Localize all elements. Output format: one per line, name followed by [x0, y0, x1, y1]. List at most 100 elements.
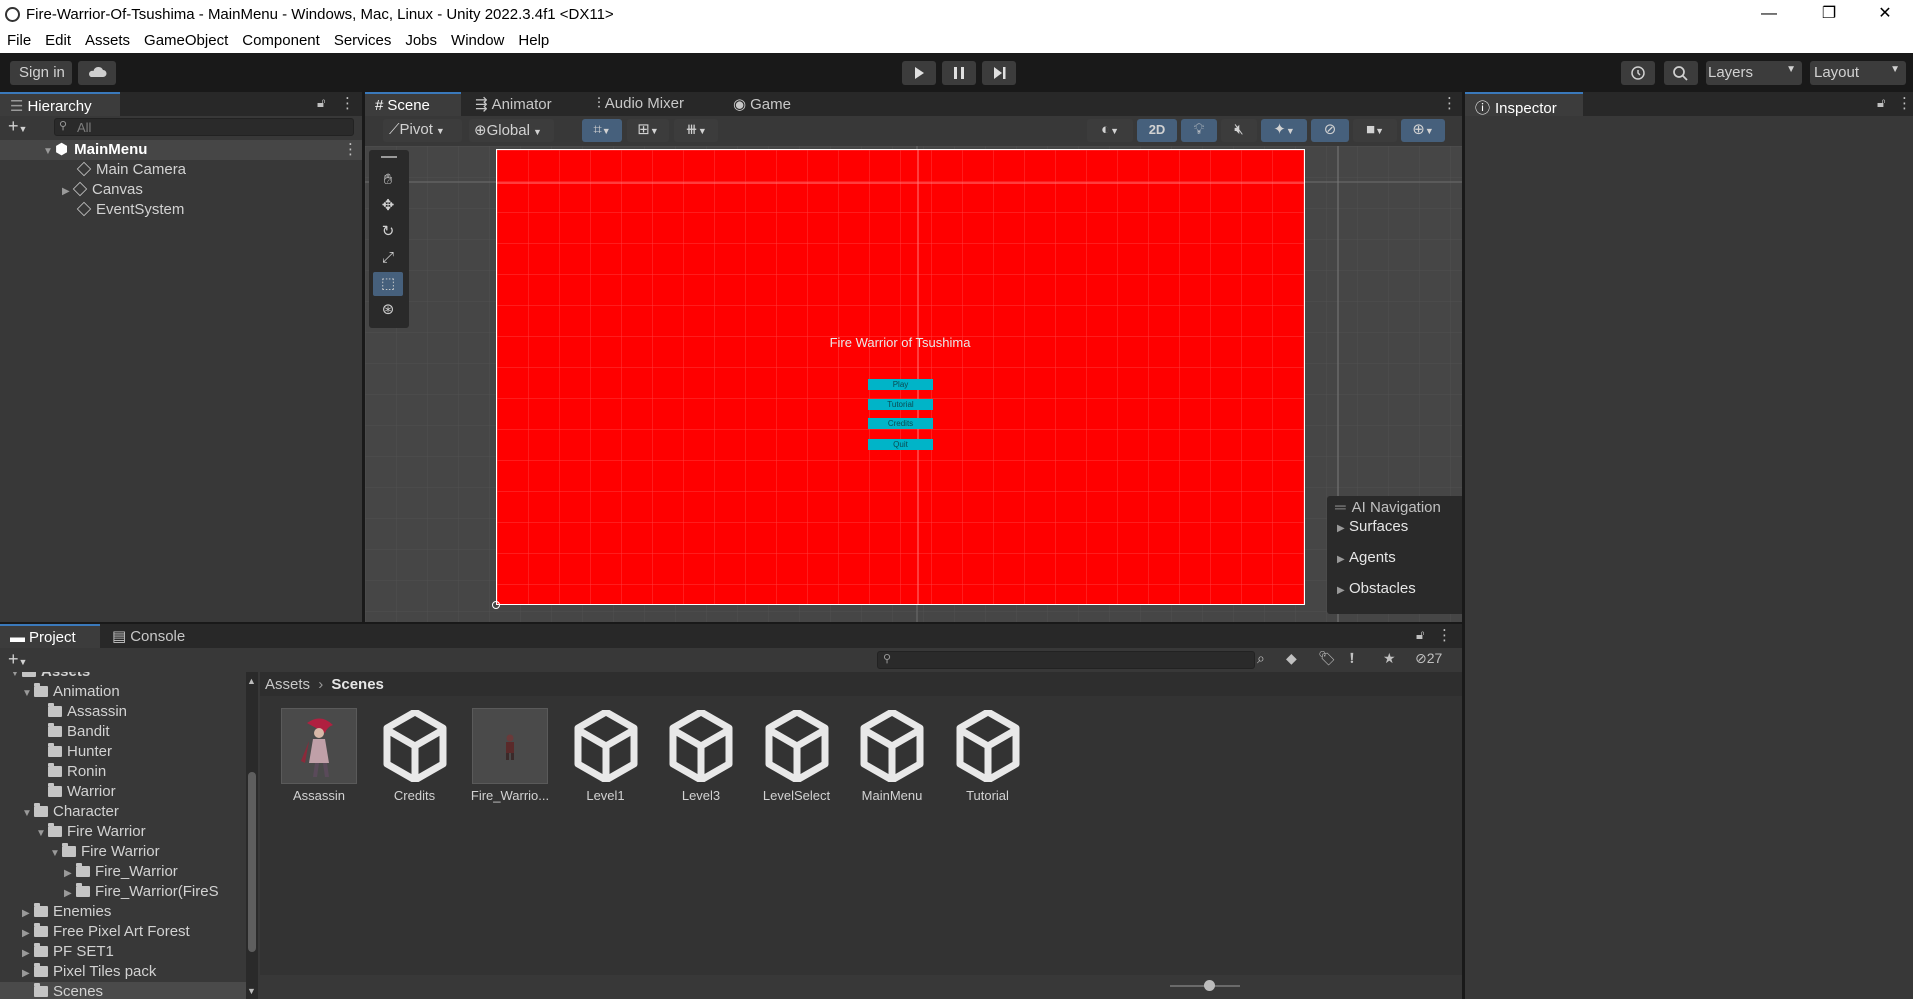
tree-item[interactable]: Assassin [0, 702, 246, 722]
expand-arrow-icon[interactable]: ▶ [22, 964, 34, 984]
restore-button[interactable]: ❐ [1801, 0, 1857, 29]
expand-arrow-icon[interactable]: ▶ [64, 864, 76, 884]
lock-icon[interactable]: 🔓︎ [317, 95, 325, 111]
gizmos-button[interactable]: ⊕▼ [1401, 119, 1445, 142]
expand-arrow-icon[interactable]: ▼ [50, 844, 62, 864]
layout-dropdown[interactable]: Layout ▼ [1810, 61, 1906, 85]
play-button[interactable] [902, 61, 936, 85]
menu-assets[interactable]: Assets [78, 29, 137, 49]
tree-item[interactable]: Hunter [0, 742, 246, 762]
grid-snap-button[interactable]: ⌗▼ [582, 119, 622, 142]
tree-item-assets[interactable]: ▼Assets [10, 672, 90, 682]
camera-settings-button[interactable]: ■▼ [1353, 119, 1397, 142]
kebab-menu-icon[interactable]: ⋮ [1442, 94, 1457, 112]
asset-item[interactable]: Level3 [656, 708, 746, 803]
game-canvas[interactable]: Fire Warrior of Tsushima Play Tutorial C… [496, 149, 1305, 605]
hierarchy-item-main-camera[interactable]: Main Camera [0, 160, 362, 180]
favorites-star-icon[interactable]: ★ [1383, 650, 1396, 667]
tab-animator[interactable]: ⇶ Animator [465, 92, 562, 116]
menu-jobs[interactable]: Jobs [398, 29, 444, 49]
close-button[interactable]: ✕ [1857, 0, 1913, 29]
tree-item[interactable]: ▼ Character [0, 802, 246, 822]
tree-item[interactable]: ▶ PF SET1 [0, 942, 246, 962]
tree-item[interactable]: Scenes [0, 982, 246, 999]
hierarchy-search-input[interactable]: ⚲ All [54, 118, 354, 136]
menu-gameobject[interactable]: GameObject [137, 29, 235, 49]
kebab-menu-icon[interactable]: ⋮ [343, 140, 358, 160]
pause-button[interactable] [942, 61, 976, 85]
minimize-button[interactable]: — [1741, 0, 1797, 29]
expand-arrow-icon[interactable]: ▶ [64, 884, 76, 904]
asset-item[interactable]: Credits [370, 708, 460, 803]
asset-item[interactable]: MainMenu [847, 708, 937, 803]
tab-game[interactable]: ◉ Game [723, 92, 801, 116]
menu-file[interactable]: File [0, 29, 38, 49]
asset-item[interactable]: Level1 [561, 708, 651, 803]
hand-tool-button[interactable]: ✋︎ [373, 168, 403, 192]
canvas-anchor-handle[interactable] [492, 601, 500, 609]
hidden-objects-toggle-button[interactable]: ⊘ [1311, 119, 1349, 142]
global-dropdown[interactable]: ⊕Global ▼ [469, 119, 554, 142]
menu-help[interactable]: Help [511, 29, 556, 49]
tree-item[interactable]: ▶ Fire_Warrior [0, 862, 246, 882]
lighting-toggle-button[interactable]: 💡︎ [1181, 119, 1217, 142]
history-button[interactable] [1621, 61, 1655, 85]
tree-item[interactable]: ▶ Fire_Warrior(FireS [0, 882, 246, 902]
asset-item[interactable]: Fire_Warrio... [465, 708, 555, 803]
tree-item[interactable]: Bandit [0, 722, 246, 742]
layers-dropdown[interactable]: Layers ▼ [1706, 61, 1802, 85]
menu-play-button[interactable]: Play [868, 379, 933, 390]
breadcrumb-scenes[interactable]: Scenes [331, 676, 384, 693]
lock-icon[interactable]: 🔓︎ [1877, 95, 1885, 111]
transform-tool-button[interactable]: ⊛ [373, 298, 403, 322]
scroll-up-icon[interactable]: ▲ [247, 676, 256, 686]
hierarchy-item-canvas[interactable]: ▶ Canvas [0, 180, 362, 200]
move-tool-button[interactable]: ✥ [373, 194, 403, 218]
scene-viewport[interactable]: Fire Warrior of Tsushima Play Tutorial C… [365, 146, 1462, 622]
tree-item[interactable]: Ronin [0, 762, 246, 782]
tab-inspector[interactable]: ⓘ Inspector [1465, 92, 1583, 117]
kebab-menu-icon[interactable]: ⋮ [340, 94, 355, 112]
scale-tool-button[interactable]: ⤢ [373, 246, 403, 270]
hierarchy-item-eventsystem[interactable]: EventSystem [0, 200, 362, 220]
expand-arrow-icon[interactable]: ▼ [22, 684, 34, 704]
lock-icon[interactable]: 🔓︎ [1416, 627, 1424, 643]
tree-item[interactable]: ▼ Fire Warrior [0, 822, 246, 842]
scroll-down-icon[interactable]: ▼ [247, 986, 256, 996]
pivot-dropdown[interactable]: ⟋Pivot ▼ [383, 119, 462, 142]
audio-toggle-button[interactable]: 🔇︎ [1221, 119, 1257, 142]
draw-mode-button[interactable]: ◐▼ [1087, 119, 1133, 142]
tab-console[interactable]: ▤ Console [102, 624, 195, 648]
tree-item[interactable]: ▶ Enemies [0, 902, 246, 922]
hidden-packages-toggle[interactable]: ⊘27 [1415, 650, 1442, 667]
ai-nav-item-agents[interactable]: ▶ Agents [1337, 543, 1396, 573]
tree-item[interactable]: ▼ Animation [0, 682, 246, 702]
tab-hierarchy[interactable]: ☰ Hierarchy [0, 92, 120, 116]
tree-item[interactable]: ▶ Free Pixel Art Forest [0, 922, 246, 942]
expand-arrow-icon[interactable]: ▼ [36, 824, 48, 844]
menu-component[interactable]: Component [235, 29, 327, 49]
tree-scrollbar-track[interactable]: ▲ ▼ [246, 672, 258, 999]
hierarchy-scene-row[interactable]: ▼ ⬢ MainMenu ⋮ [0, 140, 362, 160]
search-by-type-icon[interactable]: ⌕ [1257, 650, 1265, 667]
expand-arrow-icon[interactable]: ▶ [22, 904, 34, 924]
asset-item[interactable]: Assassin [274, 708, 364, 803]
menu-tutorial-button[interactable]: Tutorial [868, 399, 933, 410]
menu-window[interactable]: Window [444, 29, 511, 49]
tree-item[interactable]: ▼ Fire Warrior [0, 842, 246, 862]
search-button[interactable] [1664, 61, 1698, 85]
tree-item[interactable]: Warrior [0, 782, 246, 802]
menu-edit[interactable]: Edit [38, 29, 78, 49]
filter-by-type-icon[interactable]: ◆ [1286, 650, 1297, 667]
drag-handle-icon[interactable] [381, 156, 397, 158]
2d-toggle-button[interactable]: 2D [1137, 119, 1177, 142]
rotate-tool-button[interactable]: ↻ [373, 220, 403, 244]
tree-item[interactable]: ▶ Pixel Tiles pack [0, 962, 246, 982]
increment-snap-button[interactable]: ⧻▼ [674, 119, 718, 142]
ai-nav-item-obstacles[interactable]: ▶ Obstacles [1337, 574, 1416, 604]
menu-quit-button[interactable]: Quit [868, 439, 933, 450]
breadcrumb-assets[interactable]: Assets [265, 676, 310, 693]
grid-visibility-button[interactable]: ⊞▼ [627, 119, 669, 142]
zoom-slider-handle[interactable] [1204, 980, 1215, 991]
expand-arrow-icon[interactable]: ▶ [22, 944, 34, 964]
